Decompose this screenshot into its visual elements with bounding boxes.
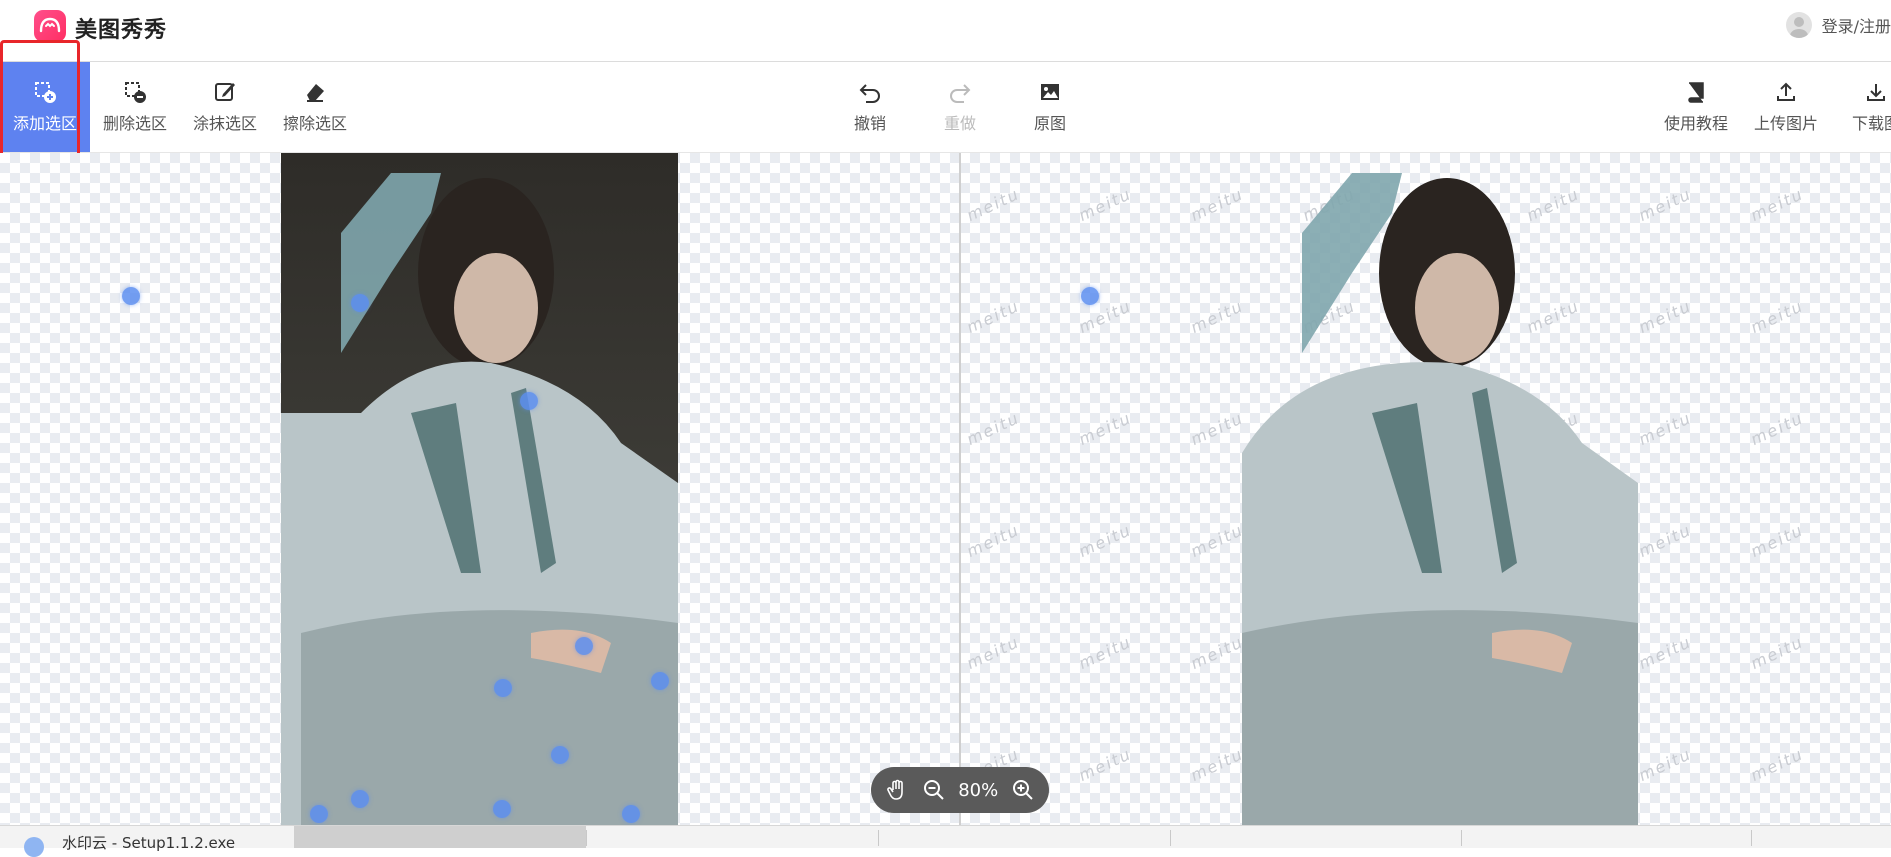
cutout-result-photo[interactable] xyxy=(1242,153,1638,825)
selection-point[interactable] xyxy=(575,637,593,655)
download-icon xyxy=(1867,84,1885,101)
meitu-logo-icon[interactable] xyxy=(34,10,66,42)
selection-point[interactable] xyxy=(622,805,640,823)
book-icon xyxy=(1688,82,1704,103)
compare-divider[interactable] xyxy=(959,153,961,825)
remove-selection-button[interactable]: 删除选区 xyxy=(90,62,180,152)
zoom-in-icon[interactable] xyxy=(1011,778,1035,802)
selection-point[interactable] xyxy=(1081,287,1099,305)
bar-separator xyxy=(1461,830,1462,846)
file-icon xyxy=(24,837,44,857)
original-photo[interactable] xyxy=(281,153,678,825)
download-progress-bar xyxy=(294,826,586,848)
bar-separator xyxy=(1170,830,1171,846)
paint-selection-button[interactable]: 涂抹选区 xyxy=(180,62,270,152)
person-figure-right xyxy=(1242,173,1638,825)
add-selection-label: 添加选区 xyxy=(12,114,77,133)
tutorial-button[interactable]: 使用教程 xyxy=(1651,62,1741,152)
selection-point[interactable] xyxy=(310,805,328,823)
upload-image-label: 上传图片 xyxy=(1753,114,1818,133)
selection-point[interactable] xyxy=(351,790,369,808)
selection-point[interactable] xyxy=(493,800,511,818)
brand-name: 美图秀秀 xyxy=(75,18,168,43)
selection-point[interactable] xyxy=(651,672,669,690)
remove-selection-label: 删除选区 xyxy=(102,114,167,133)
zoom-out-icon[interactable] xyxy=(922,778,946,802)
hand-pan-icon[interactable] xyxy=(885,778,909,802)
zoom-level: 80% xyxy=(958,779,999,801)
undo-label: 撤销 xyxy=(853,114,886,133)
selection-point[interactable] xyxy=(551,746,569,764)
original-image-button[interactable]: 原图 xyxy=(1005,62,1095,152)
redo-label: 重做 xyxy=(943,114,976,133)
bar-separator xyxy=(586,830,587,846)
bar-separator xyxy=(878,830,879,846)
selection-point[interactable] xyxy=(520,392,538,410)
paint-selection-icon xyxy=(215,83,235,101)
eraser-icon xyxy=(307,84,324,102)
user-avatar-icon[interactable] xyxy=(1785,12,1812,38)
redo-icon xyxy=(950,84,971,103)
selection-point[interactable] xyxy=(351,294,369,312)
add-selection-button[interactable]: 添加选区 xyxy=(0,62,90,152)
login-register-link[interactable]: 登录/注册 xyxy=(1822,13,1891,37)
zoom-control: 80% xyxy=(871,767,1049,813)
undo-icon xyxy=(859,84,880,103)
download-image-label: 下载图 xyxy=(1851,114,1891,133)
eraser-button[interactable]: 擦除选区 xyxy=(270,62,360,152)
download-item-label[interactable]: 水印云 - Setup1.1.2.exe xyxy=(62,832,235,853)
remove-selection-icon xyxy=(125,82,146,103)
bar-separator xyxy=(1751,830,1752,846)
undo-button[interactable]: 撤销 xyxy=(825,62,915,152)
selection-point[interactable] xyxy=(494,679,512,697)
login-area[interactable]: 登录/注册 xyxy=(1785,12,1891,38)
tutorial-label: 使用教程 xyxy=(1663,114,1728,133)
original-image-label: 原图 xyxy=(1033,114,1066,133)
add-selection-icon xyxy=(35,82,56,103)
image-icon xyxy=(1041,84,1059,100)
eraser-label: 擦除选区 xyxy=(282,114,347,133)
redo-button[interactable]: 重做 xyxy=(915,62,1005,152)
selection-point[interactable] xyxy=(122,287,140,305)
person-figure-left xyxy=(281,173,678,825)
upload-icon xyxy=(1777,82,1795,101)
download-image-button[interactable]: 下载图 xyxy=(1831,62,1891,152)
upload-image-button[interactable]: 上传图片 xyxy=(1741,62,1831,152)
app-header: 美图秀秀 登录/注册 xyxy=(0,0,1891,62)
paint-selection-label: 涂抹选区 xyxy=(192,114,257,133)
download-bar: 水印云 - Setup1.1.2.exe xyxy=(0,825,1891,857)
toolbar: 添加选区 删除选区 涂抹选区 擦除选区 撤销 重做 原图 使用教程 上传图片 下… xyxy=(0,62,1891,153)
